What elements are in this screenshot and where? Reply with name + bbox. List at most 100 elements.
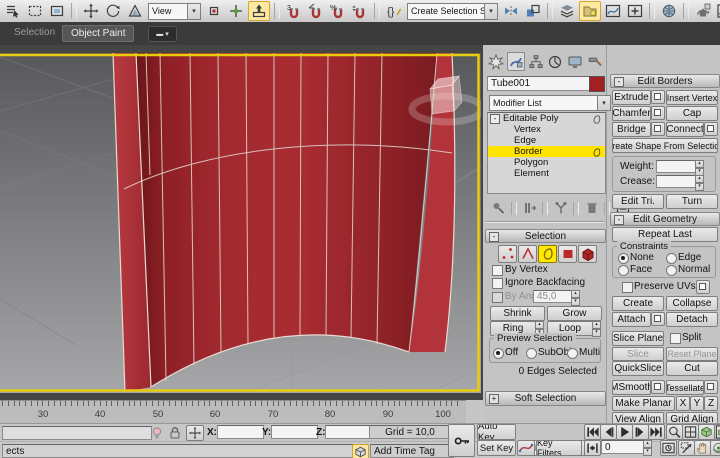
rendered-frame-window-icon[interactable] [715,2,720,20]
planar-z-button[interactable]: Z [704,396,718,411]
maxscript-mini-listener[interactable] [2,426,152,440]
subobject-polygon-button[interactable] [558,245,577,263]
crease-spinner[interactable]: ▴▾ [695,175,704,191]
default-in-out-tangents-icon[interactable] [517,440,535,456]
panel-tab-create[interactable] [487,52,506,71]
collapse-icon[interactable]: - [614,215,624,225]
slice-plane-button[interactable]: Slice Plane [612,331,664,346]
chamfer-button[interactable]: Chamfer [612,106,651,121]
curve-editor-icon[interactable] [603,2,623,20]
constraint-none-radio[interactable] [618,253,629,264]
weight-spinner[interactable]: ▴▾ [695,160,704,176]
current-frame-field[interactable]: 0 [601,440,649,454]
y-coord-field[interactable] [271,425,318,439]
planar-x-button[interactable]: X [676,396,690,411]
attach-button[interactable]: Attach [612,312,651,327]
subobject-border-button[interactable] [538,245,557,263]
expand-toggle-icon[interactable]: - [490,114,500,124]
preview-off-radio[interactable] [493,348,504,359]
quickslice-button[interactable]: QuickSlice [612,361,664,376]
orbit-button[interactable] [710,440,720,456]
material-editor-icon[interactable] [659,2,679,20]
detach-button[interactable]: Detach [666,312,718,327]
panel-tab-hierarchy[interactable] [526,52,545,71]
make-unique-icon[interactable] [551,200,570,217]
edit-named-selection-sets-icon[interactable]: {} [384,2,404,20]
bulb-icon[interactable] [149,425,165,440]
zoom-extents-all-button[interactable] [714,424,720,440]
create-shape-button[interactable]: Create Shape From Selection [612,138,718,153]
frame-spinner[interactable]: ▴▾ [643,440,652,456]
planar-y-button[interactable]: Y [690,396,704,411]
stack-item-editable-poly[interactable]: -Editable Poly [488,113,605,124]
select-and-scale-icon[interactable] [125,2,145,20]
preview-multi-radio[interactable] [567,348,578,359]
ribbon-collapse-button[interactable]: ▬▾ [148,26,177,42]
msmooth-settings-button[interactable] [651,380,665,394]
remove-modifier-icon[interactable] [582,200,601,217]
named-selection-sets-combo[interactable]: Create Selection Se▾ [407,3,498,20]
go-to-end-button[interactable] [648,424,665,440]
chevron-down-icon[interactable]: ▾ [484,4,497,19]
by-angle-checkbox[interactable] [492,292,503,303]
expand-icon[interactable]: + [489,394,499,404]
schematic-view-icon[interactable] [625,2,645,20]
tessellate-settings-button[interactable] [704,380,718,394]
extrude-settings-button[interactable] [651,90,665,104]
shrink-button[interactable]: Shrink [490,306,545,321]
stack-item-edge[interactable]: Edge [488,135,605,146]
reference-coordinate-system-combo[interactable]: View▾ [148,3,201,20]
constraint-edge-radio[interactable] [666,253,677,264]
auto-key-button[interactable]: Auto Key [477,424,516,440]
collapse-icon[interactable]: - [489,232,499,242]
set-key-button[interactable]: Set Key [477,440,516,456]
collapse-button[interactable]: Collapse [666,296,718,311]
extrude-button[interactable]: Extrude [612,90,651,105]
previous-frame-button[interactable] [600,424,617,440]
x-coord-field[interactable] [217,425,264,439]
align-icon[interactable] [523,2,543,20]
zoom-region-button[interactable] [678,440,695,456]
spinner-snap-toggle-icon[interactable] [350,2,370,20]
select-by-name-icon[interactable] [3,2,23,20]
create-button[interactable]: Create [612,296,664,311]
transform-gizmo-toggle[interactable] [186,425,204,441]
modifier-list-combo[interactable]: Modifier List▾ [489,95,611,111]
chevron-down-icon[interactable]: ▾ [187,4,200,19]
edit-geometry-rollout-header[interactable]: - Edit Geometry [610,212,720,226]
ignore-backfacing-checkbox[interactable] [492,278,503,289]
edit-tri-button[interactable]: Edit Tri. [612,194,664,209]
attach-settings-button[interactable] [651,312,665,326]
stack-item-element[interactable]: Element [488,168,605,179]
object-color-swatch[interactable] [589,76,605,92]
edit-borders-rollout-header[interactable]: - Edit Borders [610,74,720,88]
play-button[interactable] [616,424,633,440]
go-to-start-button[interactable] [584,424,601,440]
cut-button[interactable]: Cut [666,361,718,376]
object-name-field[interactable]: Tube001 [487,76,591,91]
next-frame-button[interactable] [632,424,649,440]
cap-button[interactable]: Cap [666,106,718,121]
constraint-normal-radio[interactable] [666,265,677,276]
turn-button[interactable]: Turn [666,194,718,209]
repeat-last-button[interactable]: Repeat Last [612,227,718,242]
bridge-settings-button[interactable] [651,122,665,136]
msmooth-button[interactable]: MSmooth [612,380,651,395]
select-and-manipulate-icon[interactable] [226,2,246,20]
zoom-button[interactable] [666,424,683,440]
add-time-tag[interactable]: Add Time Tag [370,444,454,458]
adaptive-degradation-toggle[interactable] [352,444,369,458]
show-end-result-icon[interactable] [520,200,539,217]
by-angle-spinner[interactable]: ▴▾ [571,290,580,306]
connect-settings-button[interactable] [704,122,718,136]
panel-tab-motion[interactable] [546,52,565,71]
chamfer-settings-button[interactable] [651,106,665,120]
snaps-toggle-3d-icon[interactable]: 3 [284,2,304,20]
rectangular-selection-region-icon[interactable] [25,2,45,20]
split-checkbox[interactable] [670,333,681,344]
zoom-extents-button[interactable] [698,424,715,440]
percent-snap-toggle-icon[interactable]: % [328,2,348,20]
grow-button[interactable]: Grow [547,306,602,321]
keyboard-shortcut-override-icon[interactable] [248,1,270,21]
subobject-vertex-button[interactable] [498,245,517,263]
